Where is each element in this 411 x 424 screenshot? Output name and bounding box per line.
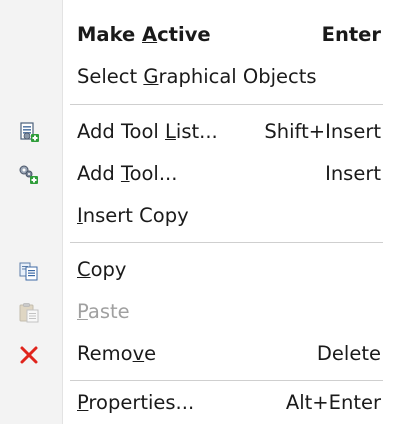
menu-item-shortcut: Delete (316, 342, 381, 365)
menu-item-shortcut: Enter (321, 23, 381, 46)
menu-item-label: Add Tool... (77, 162, 178, 185)
menu-item-add-tool[interactable]: Add Tool... Insert (0, 153, 411, 195)
menu-item-label: Select Graphical Objects (77, 65, 317, 88)
menu-item-add-tool-list[interactable]: Add Tool List... Shift+Insert (0, 111, 411, 153)
menu-item-label: Remove (77, 342, 157, 365)
menu-item-make-active[interactable]: Make Active Enter (0, 14, 411, 56)
menu-item-paste[interactable]: Paste (0, 291, 411, 333)
menu-item-insert-copy[interactable]: Insert Copy (0, 195, 411, 237)
menu-item-shortcut: Alt+Enter (285, 391, 381, 414)
menu-item-label: Properties... (77, 391, 195, 414)
menu-item-properties[interactable]: Properties... Alt+Enter (0, 382, 411, 424)
menu-item-select-graphical-objects[interactable]: Select Graphical Objects (0, 56, 411, 98)
menu-item-remove[interactable]: Remove Delete (0, 333, 411, 375)
context-menu: Make Active Enter Select Graphical Objec… (0, 0, 411, 424)
menu-item-shortcut: Shift+Insert (264, 120, 381, 143)
copy-icon (18, 260, 40, 282)
add-tool-icon (18, 164, 40, 186)
menu-item-label: Make Active (77, 23, 211, 46)
menu-item-shortcut: Insert (325, 162, 381, 185)
menu-item-label: Insert Copy (77, 204, 189, 227)
menu-item-label: Add Tool List... (77, 120, 218, 143)
menu-item-label: Copy (77, 258, 127, 281)
add-tool-list-icon (18, 122, 40, 144)
menu-separator (70, 104, 383, 106)
remove-icon (18, 344, 40, 366)
menu-separator (70, 242, 383, 244)
menu-item-copy[interactable]: Copy (0, 249, 411, 291)
paste-icon (18, 302, 40, 324)
menu-item-label: Paste (77, 300, 130, 323)
